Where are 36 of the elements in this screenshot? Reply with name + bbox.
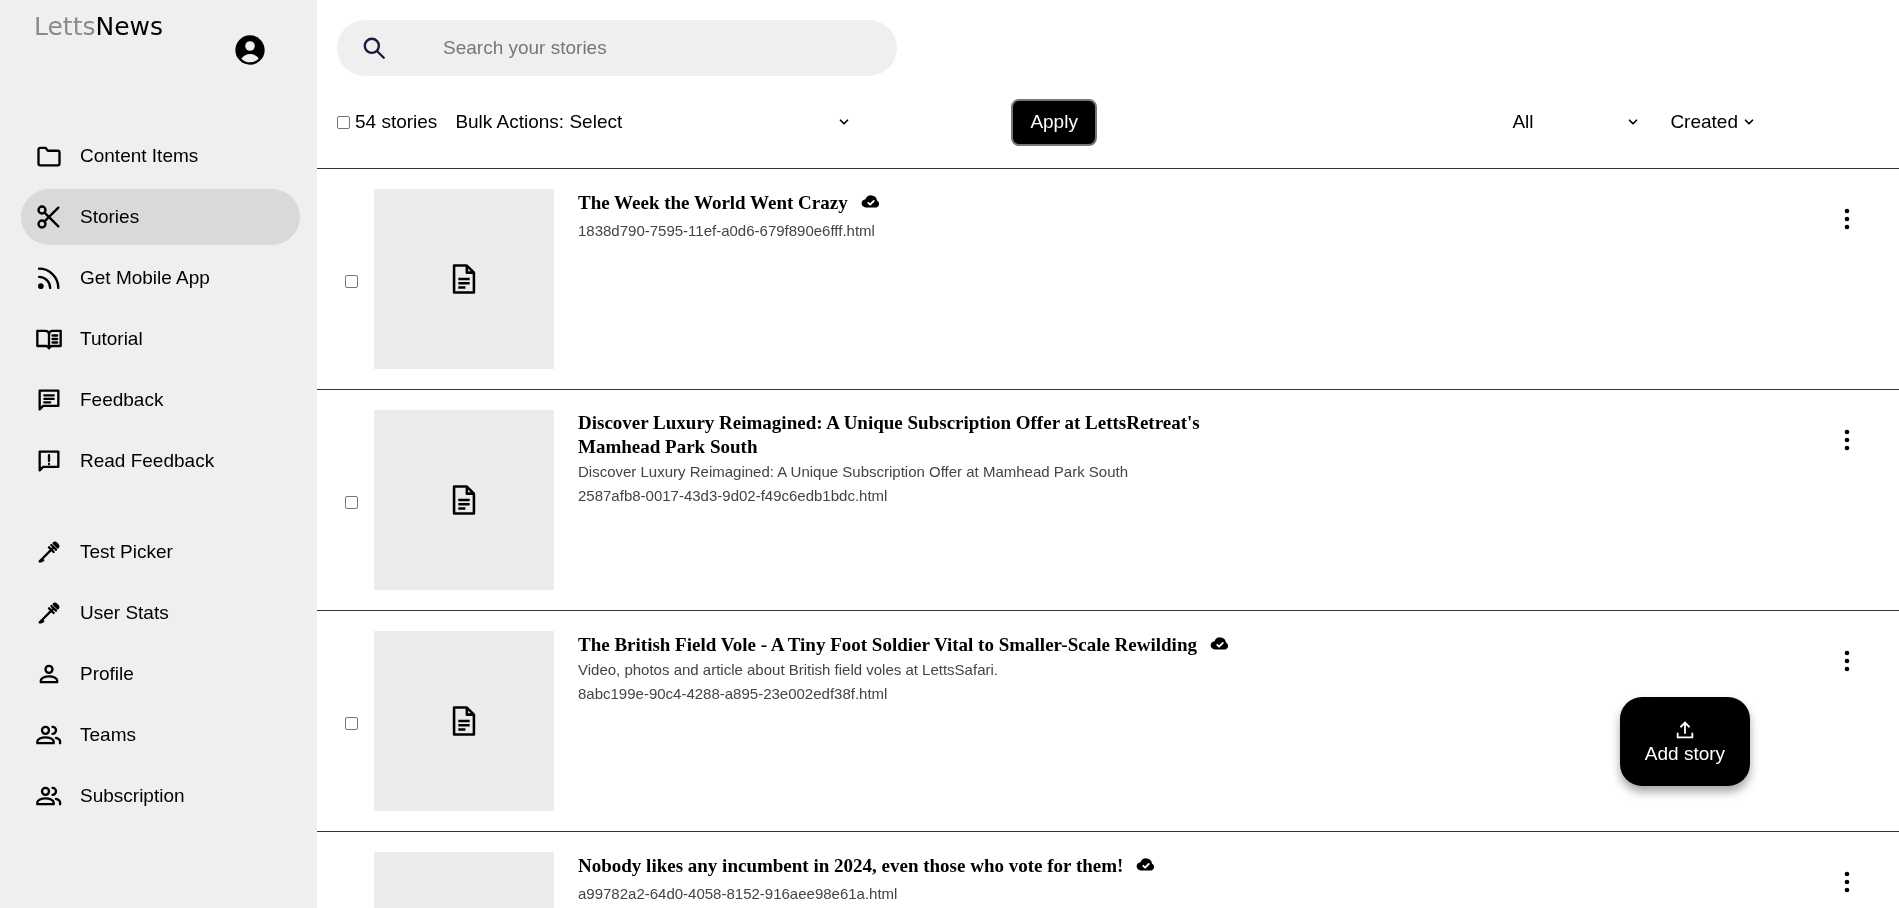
sidebar-item[interactable]: Teams <box>21 707 300 763</box>
apply-button[interactable]: Apply <box>1011 98 1097 146</box>
story-title[interactable]: Discover Luxury Reimagined: A Unique Subscription Offer at LettsRetreat's Mamhead Park South <box>578 411 1238 459</box>
sidebar-item[interactable]: Get Mobile App <box>21 250 300 306</box>
sidebar-item[interactable]: Subscription <box>21 768 300 824</box>
story-title[interactable]: Nobody likes any incumbent in 2024, even those who vote for them! <box>578 853 1238 878</box>
checkbox[interactable] <box>345 717 358 730</box>
sidebar-item[interactable]: Profile <box>21 646 300 702</box>
sidebar-item[interactable]: Stories <box>21 189 300 245</box>
account-icon <box>234 34 266 66</box>
sidebar-item[interactable]: Read Feedback <box>21 433 300 489</box>
sidebar-item[interactable]: Content Items <box>21 128 300 184</box>
checkbox[interactable] <box>345 275 358 288</box>
story-filename: 2587afb8-0017-43d3-9d02-f49c6edb1bdc.html <box>578 487 889 504</box>
sidebar-item[interactable]: Tutorial <box>21 311 300 367</box>
search-icon <box>361 35 387 61</box>
story-title[interactable]: The Week the World Went Crazy <box>578 190 1238 215</box>
logo-text: News <box>95 12 164 41</box>
story-filename: 8abc199e-90c4-4288-a895-23e002edf38f.html <box>578 685 889 702</box>
checkbox[interactable] <box>337 115 350 129</box>
sort-select[interactable]: Created <box>1670 111 1756 133</box>
story-description: Video, photos and article about British field voles at LettsSafari. <box>578 661 999 678</box>
sidebar-item[interactable]: User Stats <box>21 585 300 641</box>
story-filename: a99782a2-64d0-4058-8152-916aee98e61a.html <box>578 885 899 902</box>
search-field[interactable]: Search your stories <box>337 20 897 76</box>
filter-select[interactable]: All <box>1512 111 1641 133</box>
checkbox[interactable] <box>345 496 358 509</box>
bulk-actions-select[interactable]: Bulk Actions: Select <box>455 111 852 133</box>
story-title[interactable]: The British Field Vole - A Tiny Foot Soldier Vital to Smaller-Scale Rewilding <box>578 632 1238 657</box>
sidebar-item[interactable]: Feedback <box>21 372 300 428</box>
stories-count: 54 stories <box>355 111 438 133</box>
add-story-button[interactable]: Add story <box>1620 697 1750 786</box>
logo-text: Letts <box>34 12 96 41</box>
story-description: Discover Luxury Reimagined: A Unique Subscription Offer at Mamhead Park South <box>578 463 1129 480</box>
sidebar-item[interactable]: Test Picker <box>21 524 300 580</box>
story-filename: 1838d790-7595-11ef-a0d6-679f890e6fff.html <box>578 222 876 239</box>
